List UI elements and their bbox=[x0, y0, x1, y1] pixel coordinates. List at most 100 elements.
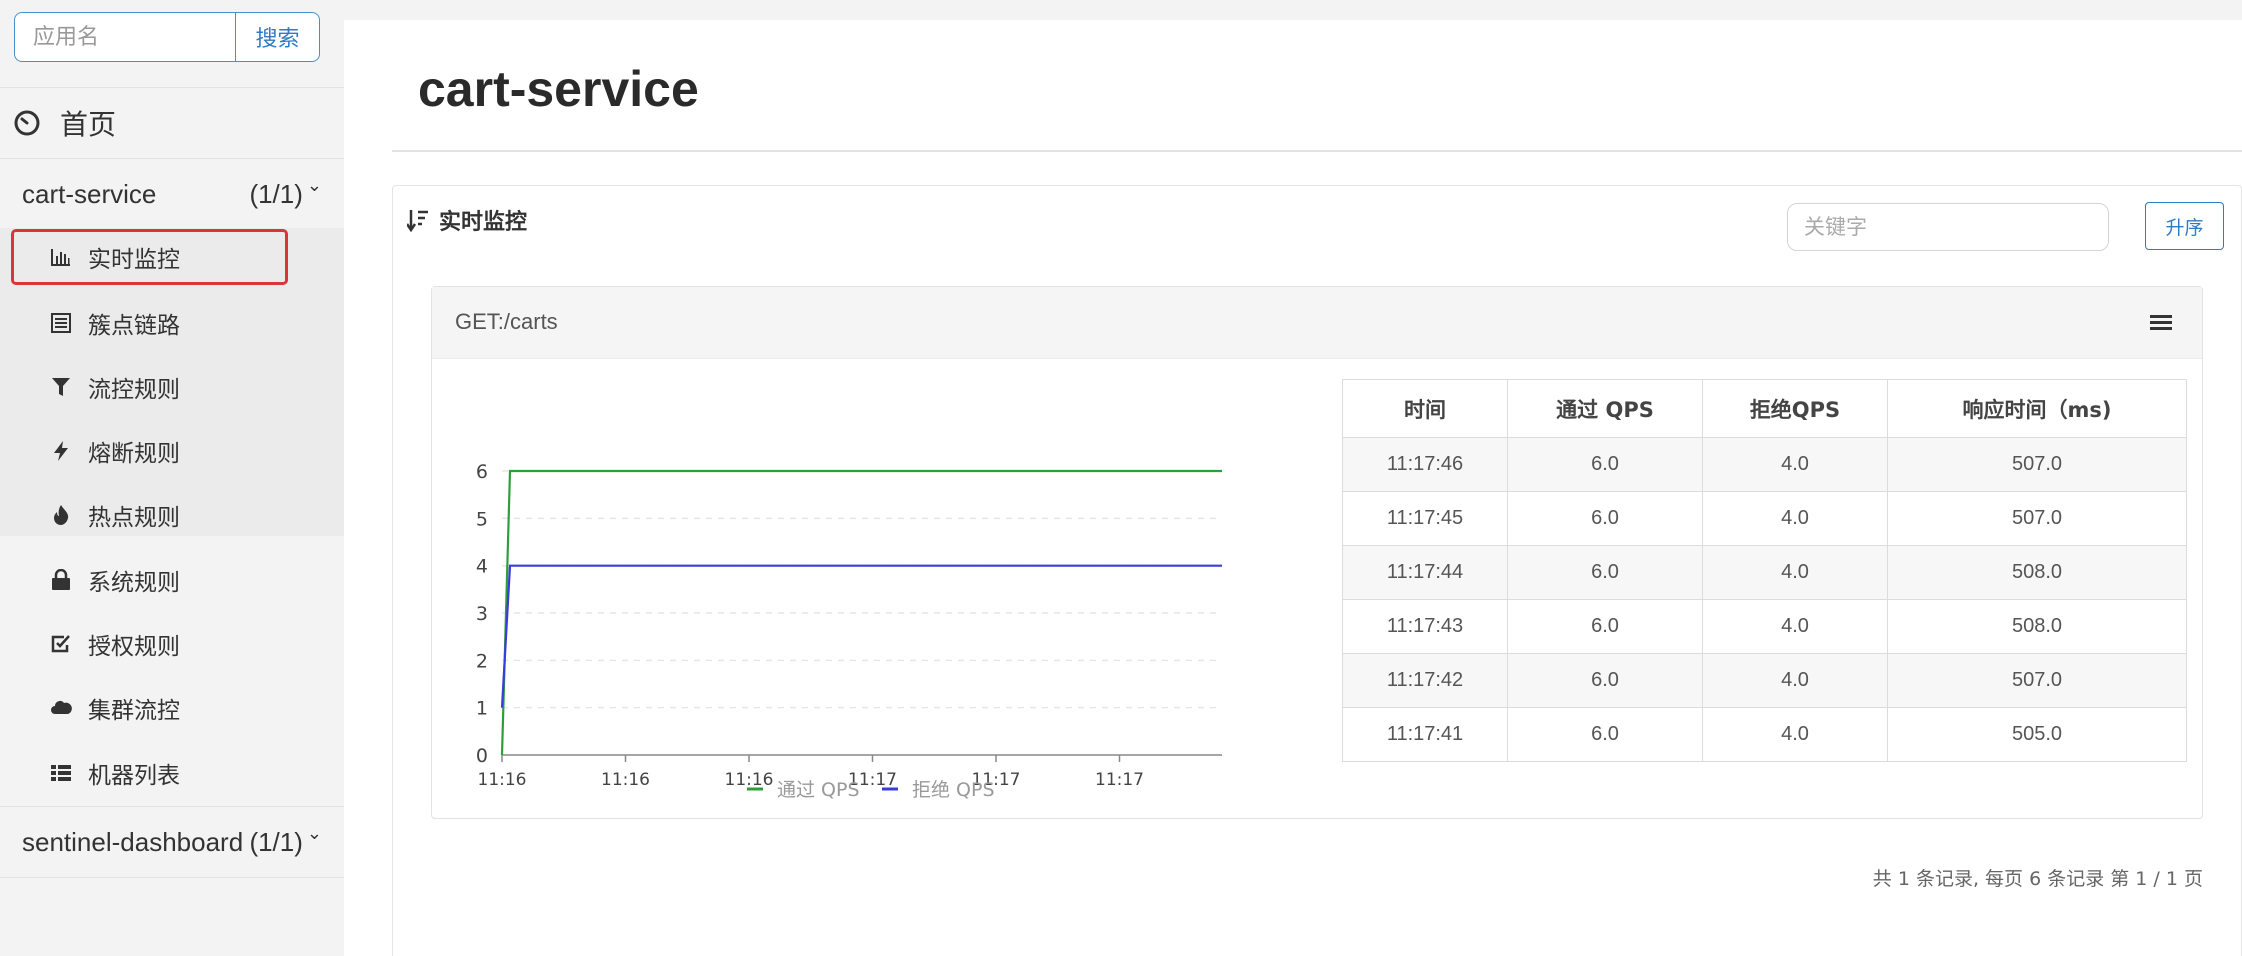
cell-pass-qps: 6.0 bbox=[1507, 599, 1703, 654]
table-row: 11:17:45 6.0 4.0 507.0 bbox=[1342, 491, 2187, 546]
app-header-sentinel-dashboard[interactable]: sentinel-dashboard (1/1) ⌄ bbox=[0, 808, 344, 876]
y-tick-label: 6 bbox=[476, 461, 488, 483]
column-header-pass-qps: 通过 QPS bbox=[1507, 379, 1703, 438]
legend-label: 通过 QPS bbox=[777, 779, 860, 801]
th-list-icon bbox=[51, 765, 71, 781]
sidebar-item-auth-rules[interactable]: 授权规则 bbox=[0, 615, 344, 673]
app-count: (1/1) ⌄ bbox=[249, 823, 322, 858]
chevron-down-icon: ⌄ bbox=[306, 174, 322, 195]
y-tick-label: 4 bbox=[476, 556, 488, 578]
sidebar-item-label: 流控规则 bbox=[88, 377, 180, 403]
series-line-block-qps bbox=[500, 564, 1222, 708]
x-tick-label: 11:16 bbox=[725, 770, 774, 790]
cloud-icon bbox=[51, 701, 72, 714]
table-row: 11:17:42 6.0 4.0 507.0 bbox=[1342, 653, 2187, 708]
table-header-row: 时间 通过 QPS 拒绝QPS 响应时间（ms) bbox=[1342, 379, 2187, 438]
cell-time: 11:17:45 bbox=[1342, 491, 1508, 546]
cell-block-qps: 4.0 bbox=[1702, 707, 1888, 762]
sidebar-item-label: 授权规则 bbox=[88, 634, 180, 660]
cell-pass-qps: 6.0 bbox=[1507, 437, 1703, 492]
column-header-time: 时间 bbox=[1342, 379, 1508, 438]
cell-rt: 507.0 bbox=[1887, 491, 2187, 546]
main-content: cart-service 实时监控 升序 GET:/carts bbox=[344, 20, 2242, 956]
sidebar-item-label: 集群流控 bbox=[88, 698, 180, 724]
cell-rt: 507.0 bbox=[1887, 437, 2187, 492]
metrics-table: 时间 通过 QPS 拒绝QPS 响应时间（ms) 11:17:46 6.0 4.… bbox=[1342, 379, 2187, 762]
sidebar: 搜索 cart-service 首页 cart-service (1/1) ⌄ … bbox=[0, 0, 344, 956]
x-tick-label: 11:17 bbox=[1095, 770, 1144, 790]
cell-time: 11:17:41 bbox=[1342, 707, 1508, 762]
fire-icon bbox=[54, 505, 69, 525]
y-tick-label: 5 bbox=[476, 508, 488, 530]
sidebar-item-realtime-monitor[interactable]: 实时监控 bbox=[11, 229, 288, 285]
cell-pass-qps: 6.0 bbox=[1507, 653, 1703, 708]
search-button[interactable]: 搜索 bbox=[235, 12, 320, 62]
app-count: (1/1) ⌄ bbox=[249, 175, 322, 210]
keyword-search-input[interactable] bbox=[1787, 203, 2109, 251]
y-tick-label: 2 bbox=[476, 650, 488, 672]
check-icon bbox=[51, 635, 70, 653]
resource-card-header: GET:/carts bbox=[432, 287, 2202, 359]
sidebar-item-label: 系统规则 bbox=[88, 570, 180, 596]
app-name: cart-service bbox=[22, 178, 157, 209]
sidebar-item-label: 熔断规则 bbox=[88, 441, 180, 467]
cell-time: 11:17:42 bbox=[1342, 653, 1508, 708]
cell-block-qps: 4.0 bbox=[1702, 599, 1888, 654]
cell-pass-qps: 6.0 bbox=[1507, 491, 1703, 546]
flash-icon bbox=[54, 441, 68, 461]
cell-pass-qps: 6.0 bbox=[1507, 707, 1703, 762]
chevron-down-icon: ⌄ bbox=[306, 822, 322, 843]
sidebar-item-cluster-flow[interactable]: 集群流控 bbox=[0, 679, 344, 737]
legend-label: 拒绝 QPS bbox=[912, 779, 995, 801]
page-title: cart-service bbox=[418, 61, 699, 117]
title-divider bbox=[392, 150, 2242, 152]
table-row: 11:17:44 6.0 4.0 508.0 bbox=[1342, 545, 2187, 600]
sidebar-item-degrade-rules[interactable]: 熔断规则 bbox=[0, 422, 344, 480]
app-header-cart-service[interactable]: cart-service (1/1) ⌄ bbox=[0, 160, 344, 228]
list-alt-icon bbox=[51, 313, 71, 333]
sidebar-divider bbox=[0, 877, 344, 878]
app-search-input[interactable] bbox=[14, 12, 235, 62]
dashboard-icon bbox=[14, 110, 40, 136]
app-count-value: (1/1) bbox=[249, 826, 303, 857]
sort-order-button[interactable]: 升序 bbox=[2145, 202, 2224, 250]
cell-rt: 507.0 bbox=[1887, 653, 2187, 708]
sidebar-item-label: 机器列表 bbox=[88, 763, 180, 789]
y-tick-label: 0 bbox=[476, 745, 488, 767]
cell-block-qps: 4.0 bbox=[1702, 653, 1888, 708]
app-count-value: (1/1) bbox=[249, 178, 303, 209]
cell-time: 11:17:44 bbox=[1342, 545, 1508, 600]
qps-line-chart: 012345611:16 11:16 11:16 11:17 11:17 11:17通过 … bbox=[476, 461, 1222, 801]
cell-block-qps: 4.0 bbox=[1702, 437, 1888, 492]
sidebar-item-home[interactable]: cart-service 首页 bbox=[0, 88, 344, 158]
sidebar-item-hotspot-rules[interactable]: 热点规则 bbox=[0, 486, 344, 544]
cell-block-qps: 4.0 bbox=[1702, 491, 1888, 546]
sidebar-item-resource-chain[interactable]: 簇点链路 bbox=[0, 294, 344, 352]
cell-time: 11:17:43 bbox=[1342, 599, 1508, 654]
sidebar-divider bbox=[0, 806, 344, 807]
x-tick-label: 11:16 bbox=[601, 770, 650, 790]
sidebar-item-flow-rules[interactable]: 流控规则 bbox=[0, 358, 344, 416]
bar-chart-icon bbox=[51, 249, 70, 266]
x-tick-label: 11:16 bbox=[478, 770, 527, 790]
sidebar-item-machine-list[interactable]: 机器列表 bbox=[0, 744, 344, 802]
sidebar-item-system-rules[interactable]: 系统规则 bbox=[0, 551, 344, 609]
cell-pass-qps: 6.0 bbox=[1507, 545, 1703, 600]
sidebar-item-label: 热点规则 bbox=[88, 505, 180, 531]
resource-card: GET:/carts 0 1 2 3 4 5 6 11:16 11:16 11:16 11:17 11… bbox=[431, 286, 2203, 819]
panel-header: 实时监控 bbox=[407, 204, 527, 236]
table-row: 11:17:43 6.0 4.0 508.0 bbox=[1342, 599, 2187, 654]
filter-icon bbox=[52, 378, 70, 396]
app-search: 搜索 bbox=[14, 12, 320, 62]
cell-block-qps: 4.0 bbox=[1702, 545, 1888, 600]
cell-rt: 505.0 bbox=[1887, 707, 2187, 762]
sidebar-divider bbox=[0, 158, 344, 159]
home-label: 首页 bbox=[60, 108, 117, 141]
hamburger-menu-icon[interactable] bbox=[2150, 313, 2172, 333]
cell-time: 11:17:46 bbox=[1342, 437, 1508, 492]
sort-icon bbox=[407, 210, 428, 232]
sidebar-item-label: 实时监控 bbox=[88, 247, 180, 273]
column-header-block-qps: 拒绝QPS bbox=[1702, 379, 1888, 438]
app-name: sentinel-dashboard bbox=[22, 826, 244, 857]
pagination-summary: 共 1 条记录, 每页 6 条记录 第 1 / 1 页 bbox=[1872, 868, 2203, 890]
